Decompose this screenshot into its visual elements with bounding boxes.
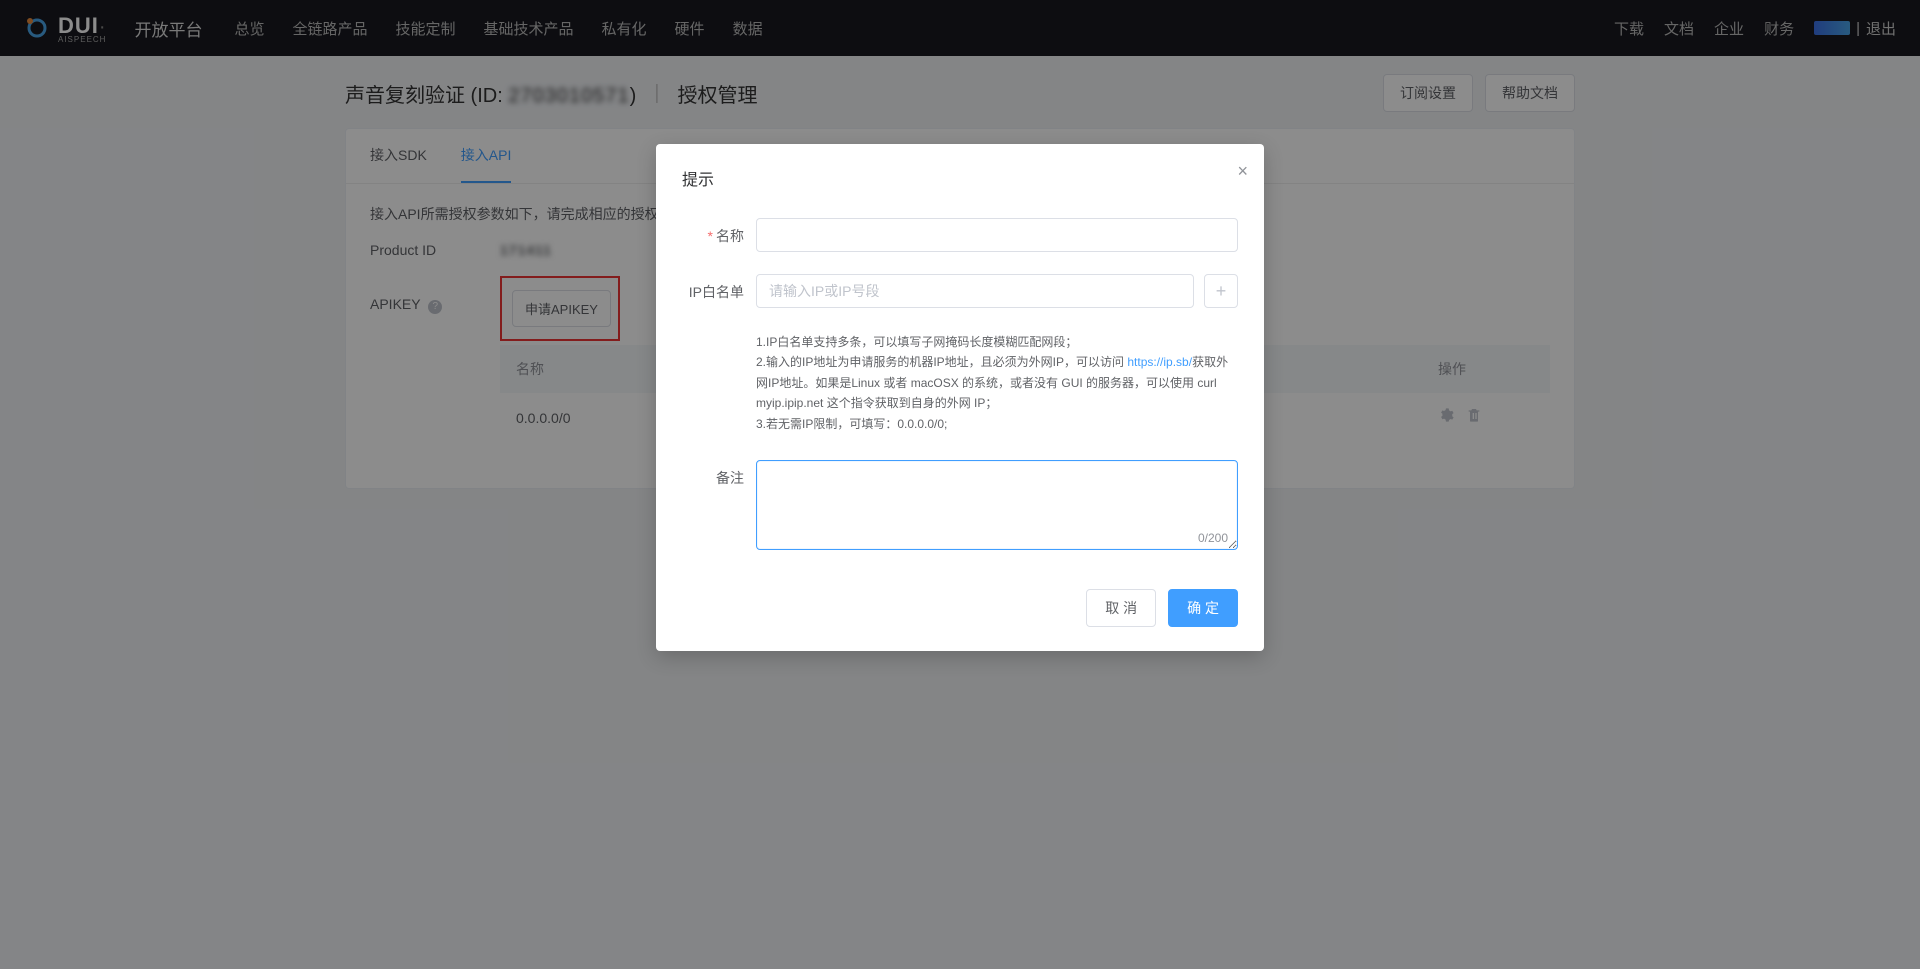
add-ip-button[interactable]: + [1204, 274, 1238, 308]
note-line-3: 3.若无需IP限制，可填写：0.0.0.0/0; [756, 414, 1238, 434]
ip-sb-link[interactable]: https://ip.sb/ [1127, 355, 1192, 369]
ip-whitelist-input[interactable] [756, 274, 1194, 308]
close-icon[interactable]: × [1237, 162, 1248, 180]
remark-textarea[interactable] [756, 460, 1238, 550]
confirm-button[interactable]: 确 定 [1168, 589, 1238, 627]
dialog: 提示 × *名称 IP白名单 + [656, 144, 1264, 651]
cancel-button[interactable]: 取 消 [1086, 589, 1156, 627]
label-name: 名称 [716, 228, 744, 244]
modal-mask[interactable]: 提示 × *名称 IP白名单 + [0, 0, 1920, 969]
note-line-1: 1.IP白名单支持多条，可以填写子网掩码长度模糊匹配网段； [756, 332, 1238, 352]
label-ip-whitelist: IP白名单 [689, 284, 744, 300]
ip-notes: 1.IP白名单支持多条，可以填写子网掩码长度模糊匹配网段； 2.输入的IP地址为… [756, 332, 1238, 434]
name-input[interactable] [756, 218, 1238, 252]
dialog-title: 提示 [682, 166, 1238, 190]
note-line-2a: 2.输入的IP地址为申请服务的机器IP地址，且必须为外网IP，可以访问 [756, 355, 1127, 369]
label-remark: 备注 [716, 470, 744, 486]
